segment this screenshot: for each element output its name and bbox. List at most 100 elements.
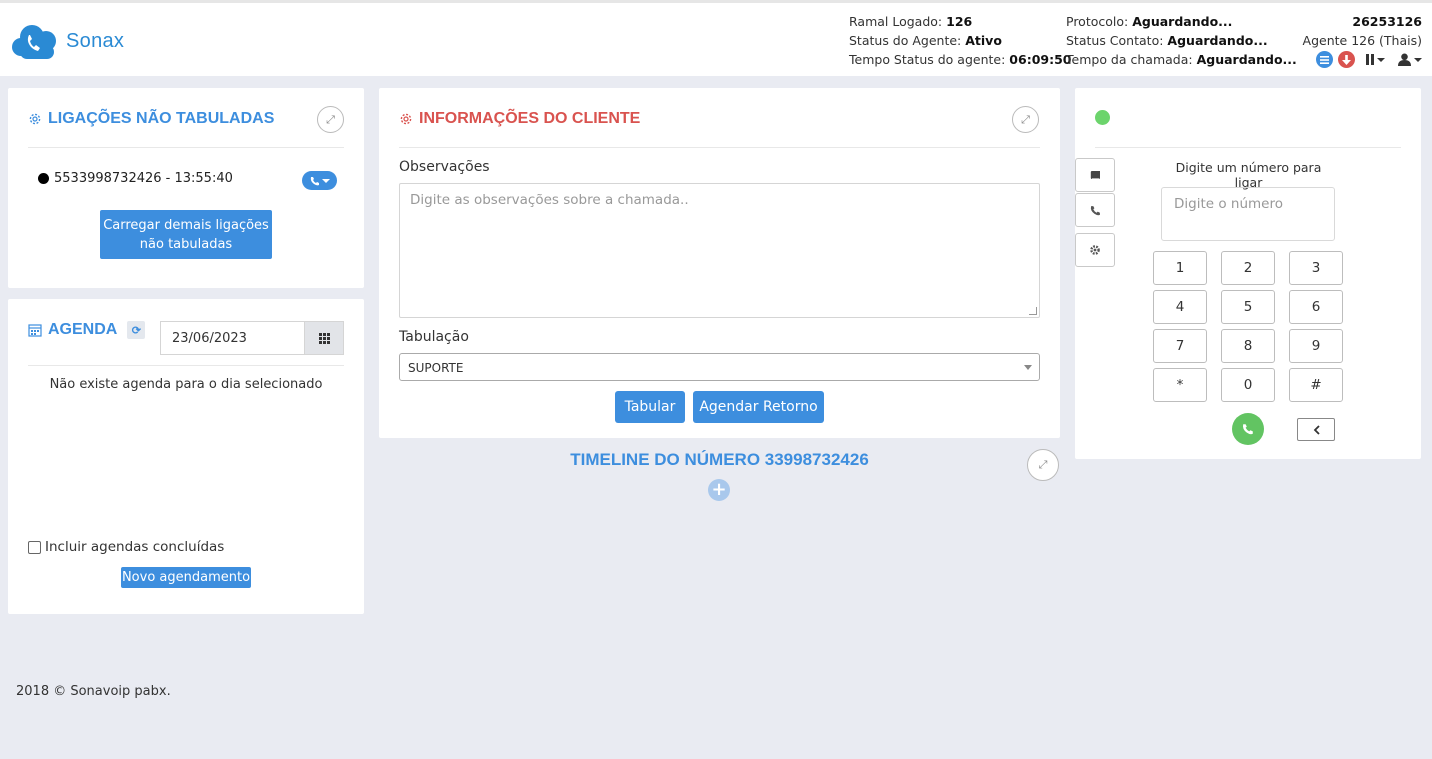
key-0[interactable]: 0 <box>1221 368 1275 402</box>
chevron-down-icon <box>321 178 330 183</box>
download-icon[interactable] <box>1338 51 1355 68</box>
expand-icon: ⤢ <box>1038 458 1048 471</box>
status-contato-label: Status Contato: <box>1066 33 1164 48</box>
pause-icon <box>1366 54 1374 65</box>
ligacoes-title-text: LIGAÇÕES NÃO TABULADAS <box>48 110 275 127</box>
calendar-picker-button[interactable] <box>304 321 344 355</box>
tempo-status-label: Tempo Status do agente: <box>849 52 1006 67</box>
tabulacao-label: Tabulação <box>399 329 469 345</box>
grid-icon <box>318 332 330 344</box>
resize-handle[interactable] <box>1029 307 1037 315</box>
header-actions <box>1303 51 1422 68</box>
refresh-icon[interactable]: ⟳ <box>127 321 146 339</box>
list-icon[interactable] <box>1316 51 1333 68</box>
ramal-row: Ramal Logado: 126 <box>849 12 1071 31</box>
protocolo-label: Protocolo: <box>1066 14 1129 29</box>
online-status-icon <box>1095 110 1110 125</box>
tabular-button[interactable]: Tabular <box>615 391 685 423</box>
key-8[interactable]: 8 <box>1221 329 1275 363</box>
key-3[interactable]: 3 <box>1289 251 1343 285</box>
chevron-down-icon <box>1414 57 1422 62</box>
new-schedule-button[interactable]: Novo agendamento <box>121 567 251 588</box>
key-star[interactable]: * <box>1153 368 1207 402</box>
key-4[interactable]: 4 <box>1153 290 1207 324</box>
protocolo-value: Aguardando... <box>1132 14 1233 29</box>
ramal-value: 126 <box>946 14 973 29</box>
key-5[interactable]: 5 <box>1221 290 1275 324</box>
agenda-panel: AGENDA ⟳ 23/06/2023 Não existe agenda pa… <box>8 299 364 614</box>
chevron-down-icon <box>1024 365 1032 370</box>
agendar-retorno-button[interactable]: Agendar Retorno <box>693 391 824 423</box>
agent-name: Agente 126 (Thais) <box>1302 33 1422 48</box>
tempo-chamada-label: Tempo da chamada: <box>1066 52 1193 67</box>
backspace-button[interactable] <box>1297 418 1335 441</box>
user-menu[interactable] <box>1398 53 1422 66</box>
observacoes-textarea[interactable]: Digite as observações sobre a chamada.. <box>399 183 1040 318</box>
logo-text: Sonax <box>66 29 125 52</box>
observacoes-label: Observações <box>399 159 490 175</box>
agenda-date-input[interactable]: 23/06/2023 <box>160 321 305 355</box>
settings-button[interactable] <box>1075 233 1115 267</box>
ligacoes-title: LIGAÇÕES NÃO TABULADAS <box>28 110 274 128</box>
divider <box>399 147 1040 148</box>
tempo-status-row: Tempo Status do agente: 06:09:50 <box>849 50 1071 69</box>
key-2[interactable]: 2 <box>1221 251 1275 285</box>
pause-menu[interactable] <box>1366 54 1385 65</box>
include-completed-checkbox[interactable]: Incluir agendas concluídas <box>28 539 224 555</box>
key-6[interactable]: 6 <box>1289 290 1343 324</box>
timeline-title: TIMELINE DO NÚMERO 33998732426 <box>570 450 869 469</box>
agenda-title: AGENDA ⟳ <box>28 321 146 339</box>
chevron-left-icon <box>1313 424 1320 435</box>
key-9[interactable]: 9 <box>1289 329 1343 363</box>
status-agente-row: Status do Agente: Ativo <box>849 31 1071 50</box>
book-icon <box>1090 170 1100 180</box>
status-contato-row: Status Contato: Aguardando... <box>1066 31 1297 50</box>
dial-number-input[interactable]: Digite o número <box>1161 187 1335 241</box>
top-header: Sonax Ramal Logado: 126 Status do Agente… <box>0 0 1432 76</box>
add-timeline-icon[interactable]: + <box>708 479 730 501</box>
divider <box>28 365 344 366</box>
call-entry-text: 5533998732426 - 13:55:40 <box>54 171 233 186</box>
key-7[interactable]: 7 <box>1153 329 1207 363</box>
agent-status-info: Ramal Logado: 126 Status do Agente: Ativ… <box>849 12 1071 69</box>
tabulacao-select[interactable]: SUPORTE <box>399 353 1040 381</box>
cliente-title: INFORMAÇÕES DO CLIENTE <box>399 110 640 128</box>
logo[interactable]: Sonax <box>10 21 124 61</box>
status-agente-value: Ativo <box>965 33 1002 48</box>
status-dot-icon <box>38 173 49 184</box>
cloud-phone-logo-icon <box>10 21 64 61</box>
chevron-down-icon <box>1377 57 1385 62</box>
load-more-calls-button[interactable]: Carregar demais ligações não tabuladas <box>100 210 272 259</box>
user-icon <box>1398 53 1411 66</box>
gear-icon <box>400 113 412 125</box>
contacts-book-button[interactable] <box>1075 158 1115 192</box>
cliente-title-text: INFORMAÇÕES DO CLIENTE <box>419 110 641 127</box>
tempo-chamada-value: Aguardando... <box>1196 52 1297 67</box>
tempo-status-value: 06:09:50 <box>1009 52 1072 67</box>
footer-copyright: 2018 © Sonavoip pabx. <box>16 684 171 699</box>
call-button[interactable] <box>1232 413 1264 445</box>
checkbox-box[interactable] <box>28 540 41 554</box>
account-area: 26253126 Agente 126 (Thais) <box>1303 12 1422 68</box>
list-item[interactable]: 5533998732426 - 13:55:40 <box>38 171 233 186</box>
gear-icon <box>29 113 41 125</box>
status-agente-label: Status do Agente: <box>849 33 962 48</box>
include-completed-label: Incluir agendas concluídas <box>45 539 225 555</box>
calendar-icon <box>28 324 42 337</box>
protocolo-row: Protocolo: Aguardando... <box>1066 12 1297 31</box>
account-number: 26253126 <box>1352 14 1422 29</box>
phone-tab-button[interactable] <box>1075 193 1115 227</box>
cliente-panel: INFORMAÇÕES DO CLIENTE ⤢ Observações Dig… <box>379 88 1060 438</box>
tempo-chamada-row: Tempo da chamada: Aguardando... <box>1066 50 1297 69</box>
expand-ligacoes-button[interactable]: ⤢ <box>317 106 344 133</box>
dialer-panel: Digite um número para ligar Digite o núm… <box>1075 88 1421 459</box>
expand-cliente-button[interactable]: ⤢ <box>1012 106 1039 133</box>
expand-icon: ⤢ <box>326 112 335 126</box>
dial-prompt: Digite um número para ligar <box>1175 160 1322 190</box>
call-actions-button[interactable] <box>302 171 337 190</box>
expand-timeline-button[interactable]: ⤢ <box>1027 449 1059 481</box>
key-hash[interactable]: # <box>1289 368 1343 402</box>
key-1[interactable]: 1 <box>1153 251 1207 285</box>
divider <box>28 147 344 148</box>
status-contato-value: Aguardando... <box>1167 33 1268 48</box>
